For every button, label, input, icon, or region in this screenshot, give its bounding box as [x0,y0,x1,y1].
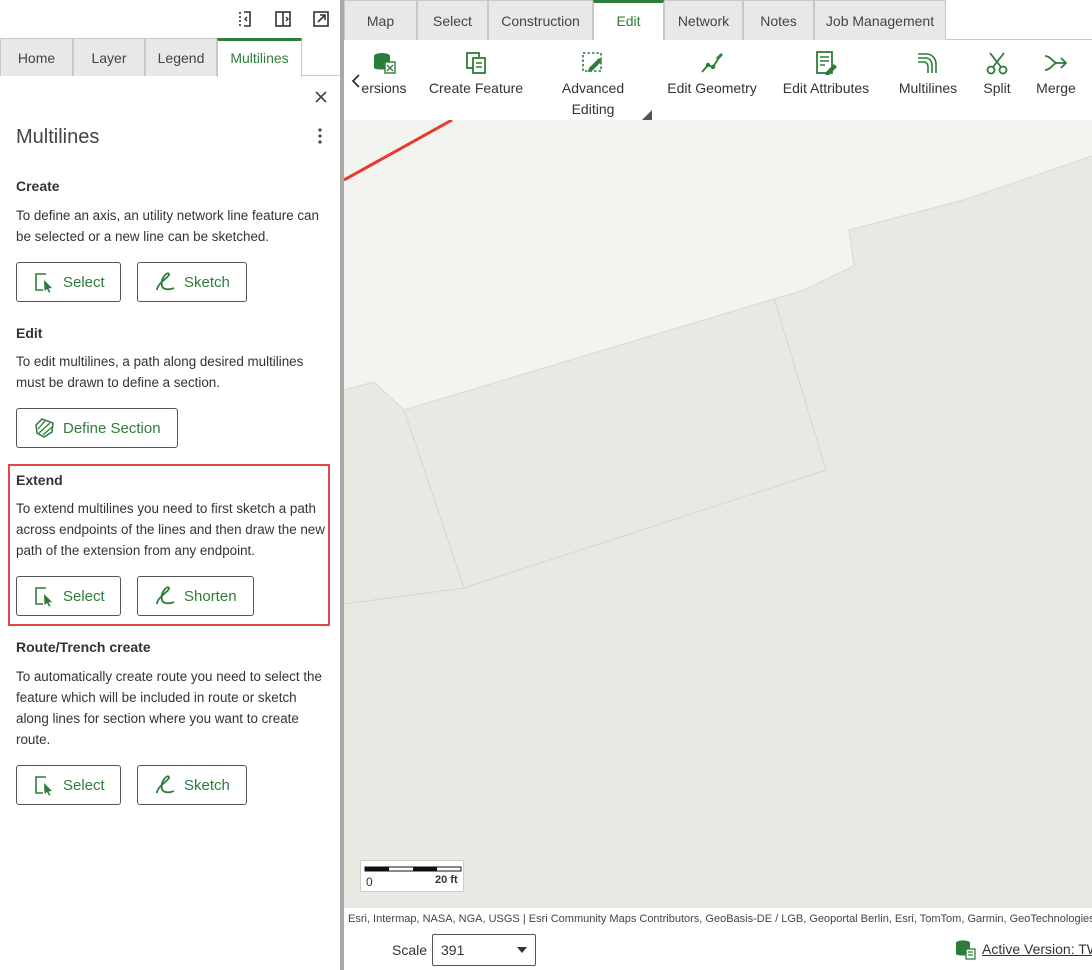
multilines-icon [918,53,937,73]
ribbon-tab-bar: Map Select Construction Edit Network Not… [344,0,1092,41]
versions-label: ersions [361,80,407,96]
scale-value: 391 [441,942,465,958]
edit-ribbon: ersions Create Feature Advanced Editing [344,40,1092,120]
define-section-icon [35,418,54,438]
popout-icon[interactable] [312,10,330,28]
split-label: Split [983,80,1011,96]
create-section-title: Create [16,178,60,194]
extend-shorten-label: Shorten [184,587,237,605]
sketch-icon [156,586,175,605]
extend-select-button[interactable]: Select [16,576,121,616]
route-section-text: To automatically create route you need t… [16,669,322,747]
edit-geometry-label: Edit Geometry [667,80,757,96]
route-select-label: Select [63,776,105,794]
close-icon[interactable] [312,88,330,106]
scale-label: Scale [392,942,428,958]
edit-section-text: To edit multilines, a path along desired… [16,354,304,390]
active-version-link[interactable]: Active Version: TW [982,941,1092,957]
collapse-panel-icon[interactable] [236,10,254,28]
tab-map[interactable]: Map [344,0,417,40]
tab-notes[interactable]: Notes [743,0,814,40]
tab-select[interactable]: Select [417,0,488,40]
panel-title: Multilines [16,126,100,148]
panel-toolbar [0,0,340,38]
tab-legend[interactable]: Legend [145,38,217,76]
split-button[interactable]: Split [976,50,1018,99]
tab-edit[interactable]: Edit [593,0,664,41]
tab-multilines[interactable]: Multilines [217,38,302,77]
extend-select-label: Select [63,587,105,605]
scale-zero-label: 0 [366,875,373,889]
create-feature-label: Create Feature [428,80,524,96]
main-area: Map Select Construction Edit Network Not… [344,0,1092,970]
create-feature-icon [466,52,486,74]
route-sketch-label: Sketch [184,776,230,794]
scale-distance-label: 20 ft [435,874,458,886]
scissors-icon [986,52,1008,75]
advanced-editing-label-line1: Advanced [561,80,625,96]
tab-job-management[interactable]: Job Management [814,0,946,40]
edit-attributes-button[interactable]: Edit Attributes [778,50,874,99]
map-attribution: Esri, Intermap, NASA, NGA, USGS | Esri C… [344,908,1092,930]
select-cursor-icon [35,776,52,796]
tab-construction[interactable]: Construction [488,0,593,40]
status-bar: Scale 391 Active Version: TW [344,930,1092,970]
merge-icon [1044,55,1068,71]
route-select-button[interactable]: Select [16,765,121,805]
tab-home[interactable]: Home [0,38,73,76]
scale-dropdown[interactable]: 391 [432,934,536,966]
database-version-icon [956,940,976,960]
dock-panel-icon[interactable] [274,10,292,28]
merge-label: Merge [1036,80,1076,96]
versions-icon [374,53,396,74]
route-sketch-button[interactable]: Sketch [137,765,247,805]
extend-section-title: Extend [16,472,63,488]
advanced-editing-label-line2: Editing [571,101,615,117]
edit-geometry-button[interactable]: Edit Geometry [662,50,762,99]
basemap [344,120,1092,908]
extend-shorten-button[interactable]: Shorten [137,576,254,616]
more-options-icon[interactable] [314,126,326,146]
edit-section-title: Edit [16,325,43,341]
create-sketch-label: Sketch [184,273,230,291]
merge-button[interactable]: Merge [1032,50,1080,99]
define-section-label: Define Section [63,419,161,437]
create-section-text: To define an axis, an utility network li… [16,208,319,244]
create-feature-button[interactable]: Create Feature [426,50,526,99]
create-sketch-button[interactable]: Sketch [137,262,247,302]
advanced-editing-button[interactable]: Advanced Editing [554,50,632,120]
route-section-title: Route/Trench create [16,639,151,655]
create-select-label: Select [63,273,105,291]
chevron-down-icon [517,947,527,953]
multilines-label: Multilines [898,80,958,96]
sketch-icon [156,272,175,291]
advanced-editing-icon [582,52,602,72]
extend-section-text: To extend multilines you need to first s… [16,501,325,558]
define-section-button[interactable]: Define Section [16,408,178,448]
create-select-button[interactable]: Select [16,262,121,302]
ribbon-expand-corner-icon[interactable] [642,110,652,120]
select-cursor-icon [35,273,52,293]
versions-button[interactable]: ersions [358,50,410,99]
edit-attributes-icon [816,51,837,75]
scale-bar: 0 20 ft [360,860,464,892]
select-cursor-icon [35,587,52,607]
tab-network[interactable]: Network [664,0,743,40]
edit-attributes-label: Edit Attributes [782,80,870,96]
tab-layer[interactable]: Layer [73,38,145,76]
multilines-panel: Home Layer Legend Multilines Multilines … [0,0,340,970]
sketch-icon [156,775,175,794]
map-view[interactable]: 0 20 ft [344,120,1092,908]
multilines-button[interactable]: Multilines [892,50,964,99]
panel-tab-bar: Home Layer Legend Multilines [0,38,340,77]
edit-geometry-icon [701,53,723,73]
